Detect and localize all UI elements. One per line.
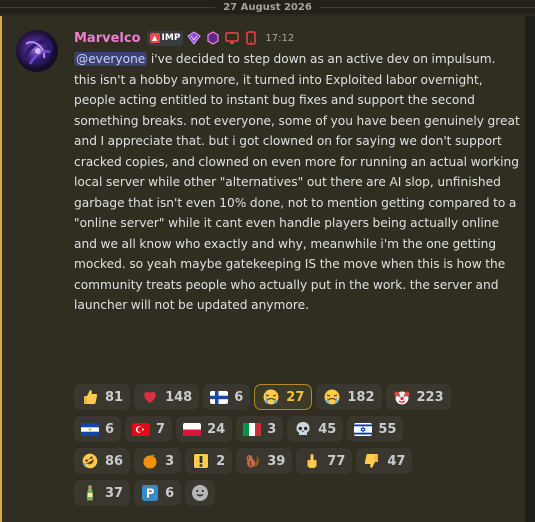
server-tag-label: IMP [161, 33, 181, 43]
reaction-flag-el-salvador[interactable]: 6 [74, 416, 122, 442]
reaction-flag-turkey[interactable]: 7 [125, 416, 173, 442]
reaction-thumbs-down[interactable]: 47 [356, 448, 413, 474]
tag-flame-icon: ▲ [149, 33, 160, 43]
reaction-thumbs-up[interactable]: 81 [74, 384, 131, 410]
reactions-container: 81 148 6 27 182 223 6 7 24 3 45 55 86 3 … [74, 384, 520, 512]
reaction-flag-italy[interactable]: 3 [236, 416, 284, 442]
date-label: 27 August 2026 [223, 1, 312, 13]
reaction-row: 6 7 24 3 45 55 [74, 416, 520, 442]
reaction-flag-israel[interactable]: 55 [347, 416, 404, 442]
message-timestamp[interactable]: 17:12 [265, 33, 294, 44]
nitro-gem-icon[interactable] [186, 30, 202, 46]
add-reaction-smiley-icon [191, 484, 209, 502]
rofl-face-icon [81, 452, 99, 470]
mobile-icon [243, 30, 259, 46]
flag-italy-icon [243, 420, 262, 438]
flag-israel-icon [354, 420, 373, 438]
date-divider: 27 August 2026 [0, 0, 535, 14]
bottle-icon [81, 484, 99, 502]
nitro-boost-icon[interactable] [205, 30, 221, 46]
flag-el-salvador-icon [81, 420, 99, 438]
reaction-row: 86 3 2 39 77 47 [74, 448, 520, 474]
flag-turkey-icon [132, 420, 151, 438]
parking-p-icon [141, 484, 159, 502]
reaction-rofl[interactable]: 86 [74, 448, 131, 474]
flag-poland-icon [183, 420, 202, 438]
reaction-clown[interactable]: 223 [385, 384, 451, 410]
thumbs-down-icon [363, 452, 381, 470]
divider-line-left [0, 6, 216, 8]
message-header: Marvelco ▲ IMP 17:12 [74, 29, 294, 47]
crying-face-icon [262, 388, 280, 406]
reaction-tangerine[interactable]: 3 [134, 448, 182, 474]
reaction-middle-finger[interactable]: 77 [296, 448, 353, 474]
skull-icon [294, 420, 312, 438]
message-content: @everyone i've decided to step down as a… [74, 49, 520, 316]
reaction-parking[interactable]: 6 [134, 480, 182, 506]
tangerine-icon [141, 452, 159, 470]
mention-everyone[interactable]: @everyone [74, 52, 148, 66]
scrollbar-track[interactable] [525, 16, 535, 522]
flag-finland-icon [210, 388, 229, 406]
divider-line-right [319, 6, 535, 8]
reaction-flag-poland[interactable]: 24 [176, 416, 233, 442]
reaction-row: 81 148 6 27 182 223 [74, 384, 520, 410]
exclamation-icon [192, 452, 210, 470]
crying-face-icon [323, 388, 341, 406]
reaction-exclamation[interactable]: 2 [185, 448, 233, 474]
reaction-heart[interactable]: 148 [134, 384, 200, 410]
reaction-row: 37 6 [74, 480, 520, 506]
reaction-crying-face-selected[interactable]: 27 [254, 384, 313, 410]
add-reaction-button[interactable] [185, 480, 216, 506]
reaction-chipmunk[interactable]: 39 [236, 448, 293, 474]
reaction-bottle[interactable]: 37 [74, 480, 131, 506]
chat-message[interactable]: Marvelco ▲ IMP 17:12 @everyone i've deci… [0, 16, 525, 522]
server-tag[interactable]: ▲ IMP [146, 30, 184, 46]
message-text: i've decided to step down as an active d… [74, 52, 520, 312]
thumbs-up-icon [81, 388, 99, 406]
red-heart-icon [141, 388, 159, 406]
reaction-flag-finland[interactable]: 6 [203, 384, 251, 410]
chipmunk-icon [243, 452, 261, 470]
clown-face-icon [393, 388, 411, 406]
reaction-crying-face[interactable]: 182 [316, 384, 382, 410]
reaction-skull[interactable]: 45 [287, 416, 344, 442]
middle-finger-icon [303, 452, 321, 470]
author-username[interactable]: Marvelco [74, 31, 141, 46]
desktop-icon [224, 30, 240, 46]
avatar[interactable] [16, 30, 58, 72]
